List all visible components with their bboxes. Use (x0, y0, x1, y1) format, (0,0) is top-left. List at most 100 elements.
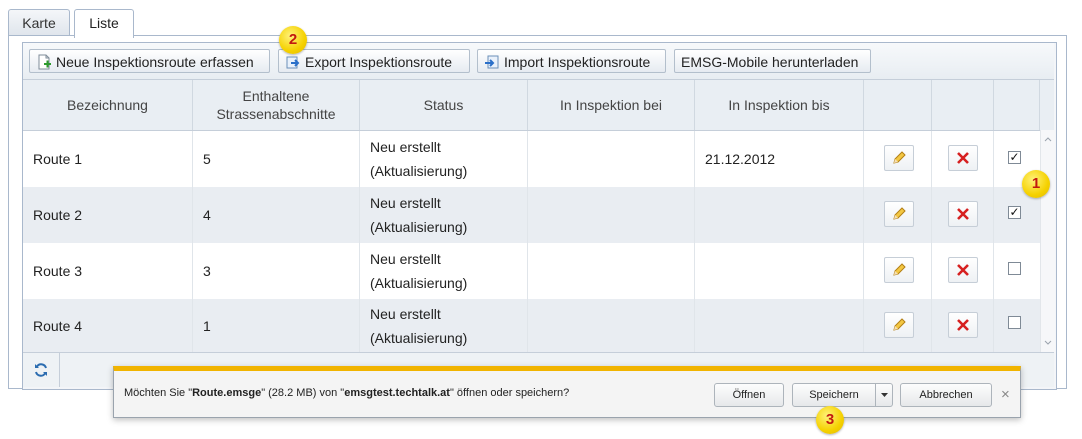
delete-x-icon (957, 152, 969, 164)
edit-cell (864, 243, 932, 299)
scroll-down-icon[interactable] (1044, 340, 1052, 346)
status-note: (Aktualisierung) (370, 163, 468, 179)
status-text: Neu erstellt (370, 251, 441, 267)
edit-cell (864, 299, 932, 352)
row-checkbox[interactable]: ✓ (1008, 206, 1021, 219)
edit-button[interactable] (884, 257, 914, 283)
pencil-icon (893, 151, 906, 164)
edit-cell (864, 131, 932, 187)
status-note: (Aktualisierung) (370, 330, 468, 346)
edit-button[interactable] (884, 312, 914, 338)
row-checkbox[interactable] (1008, 262, 1021, 275)
status-text: Neu erstellt (370, 195, 441, 211)
export-route-label: Export Inspektionsroute (305, 54, 453, 70)
table-row[interactable]: Route 1 5 Neu erstellt (Aktualisierung) … (23, 131, 1040, 188)
export-route-button[interactable]: Export Inspektionsroute (278, 49, 470, 73)
route-name: Route 3 (23, 243, 193, 299)
save-button[interactable]: Speichern (792, 383, 876, 407)
save-dropdown-button[interactable] (876, 383, 893, 407)
route-name: Route 4 (23, 299, 193, 352)
status-cell: Neu erstellt (Aktualisierung) (360, 131, 528, 187)
section-count: 5 (193, 131, 360, 187)
status-note: (Aktualisierung) (370, 219, 468, 235)
status-cell: Neu erstellt (Aktualisierung) (360, 187, 528, 243)
column-header-edit (864, 80, 932, 130)
delete-x-icon (957, 264, 969, 276)
download-message: Möchten Sie "Route.emsge" (28.2 MB) von … (124, 387, 570, 399)
inspection-by (528, 299, 695, 352)
pencil-icon (893, 318, 906, 331)
import-icon (485, 55, 499, 69)
annotation-badge-2: 2 (279, 26, 307, 54)
download-host: emsgtest.techtalk.at (344, 387, 450, 399)
route-name: Route 2 (23, 187, 193, 243)
open-button[interactable]: Öffnen (714, 383, 784, 407)
delete-button[interactable] (948, 201, 978, 227)
download-mobile-button[interactable]: EMSG-Mobile herunterladen (674, 49, 871, 73)
table-header: Bezeichnung Enthaltene Strassenabschnitt… (23, 80, 1054, 131)
delete-x-icon (957, 319, 969, 331)
column-header-inspektion-bis[interactable]: In Inspektion bis (695, 80, 864, 130)
inspection-until (695, 243, 864, 299)
delete-button[interactable] (948, 145, 978, 171)
tab-karte[interactable]: Karte (8, 9, 70, 36)
chevron-down-icon (880, 393, 888, 397)
refresh-button[interactable] (23, 353, 60, 387)
inspection-until: 21.12.2012 (695, 131, 864, 187)
add-document-icon (38, 54, 51, 70)
refresh-icon (35, 363, 47, 377)
route-name: Route 1 (23, 131, 193, 187)
column-header-bezeichnung[interactable]: Bezeichnung (23, 80, 193, 130)
edit-cell (864, 187, 932, 243)
cancel-button[interactable]: Abbrechen (900, 383, 992, 407)
column-header-inspektion-bei[interactable]: In Inspektion bei (528, 80, 695, 130)
section-count: 3 (193, 243, 360, 299)
import-route-button[interactable]: Import Inspektionsroute (477, 49, 666, 73)
status-text: Neu erstellt (370, 306, 441, 322)
download-mobile-label: EMSG-Mobile herunterladen (681, 54, 859, 70)
status-cell: Neu erstellt (Aktualisierung) (360, 299, 528, 352)
edit-button[interactable] (884, 145, 914, 171)
status-note: (Aktualisierung) (370, 275, 468, 291)
delete-cell (932, 299, 994, 352)
section-count: 4 (193, 187, 360, 243)
close-icon[interactable]: × (1001, 386, 1010, 403)
row-checkbox[interactable] (1008, 316, 1021, 329)
inspection-by (528, 187, 695, 243)
column-header-select (994, 80, 1040, 130)
table-row[interactable]: Route 3 3 Neu erstellt (Aktualisierung) (23, 243, 1040, 300)
select-cell (994, 299, 1040, 352)
inspection-until (695, 187, 864, 243)
annotation-badge-3: 3 (816, 406, 844, 434)
new-route-button[interactable]: Neue Inspektionsroute erfassen (29, 49, 270, 73)
scroll-up-icon[interactable] (1044, 136, 1052, 142)
delete-cell (932, 131, 994, 187)
delete-button[interactable] (948, 312, 978, 338)
import-route-label: Import Inspektionsroute (504, 54, 651, 70)
row-checkbox[interactable]: ✓ (1008, 151, 1021, 164)
download-notification-bar: Möchten Sie "Route.emsge" (28.2 MB) von … (113, 366, 1021, 418)
table-scrollbar[interactable] (1040, 130, 1055, 352)
annotation-badge-1: 1 (1022, 170, 1050, 198)
inspection-by (528, 243, 695, 299)
export-icon (286, 56, 300, 69)
pencil-icon (893, 263, 906, 276)
delete-x-icon (957, 208, 969, 220)
status-text: Neu erstellt (370, 139, 441, 155)
download-filename: Route.emsge (192, 387, 262, 399)
edit-button[interactable] (884, 201, 914, 227)
table-row[interactable]: Route 2 4 Neu erstellt (Aktualisierung) … (23, 187, 1040, 244)
section-count: 1 (193, 299, 360, 352)
column-header-strassenabschnitte[interactable]: Enthaltene Strassenabschnitte (193, 80, 360, 130)
column-header-status[interactable]: Status (360, 80, 528, 130)
table-row[interactable]: Route 4 1 Neu erstellt (Aktualisierung) (23, 299, 1040, 353)
column-header-delete (932, 80, 994, 130)
delete-button[interactable] (948, 257, 978, 283)
delete-cell (932, 243, 994, 299)
new-route-label: Neue Inspektionsroute erfassen (56, 54, 254, 70)
inspection-by (528, 131, 695, 187)
inspection-until (695, 299, 864, 352)
tab-liste[interactable]: Liste (74, 9, 134, 38)
status-cell: Neu erstellt (Aktualisierung) (360, 243, 528, 299)
pencil-icon (893, 207, 906, 220)
